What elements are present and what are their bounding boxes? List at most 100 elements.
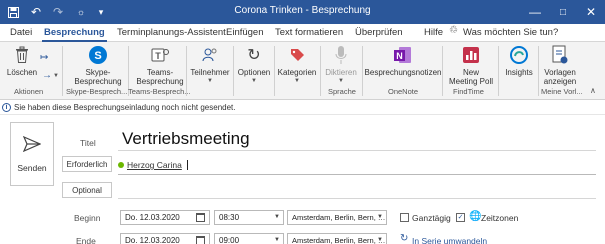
title-underline (118, 150, 596, 151)
categories-button[interactable]: Kategorien ▼ (277, 44, 317, 86)
ribbon-divider (186, 46, 187, 96)
optional-underline (118, 198, 596, 199)
optional-button[interactable]: Optional (62, 182, 112, 198)
meeting-notes-button[interactable]: N Besprechungsnotizen (365, 44, 441, 77)
end-timezone-select[interactable]: Amsterdam, Berlin, Bern, … ▼ (287, 233, 387, 244)
text-cursor (186, 160, 188, 170)
group-label-teams: Teams-Besprech... (128, 87, 191, 96)
make-recurring-link[interactable]: In Serie umwandeln (412, 236, 487, 244)
chevron-down-icon: ▼ (377, 237, 383, 243)
svg-text:S: S (94, 50, 101, 62)
end-label: Ende (76, 236, 96, 244)
teams-meeting-button[interactable]: T Teams- Besprechung (132, 44, 188, 86)
timezones-checkbox[interactable]: ✓ (456, 213, 465, 222)
close-icon[interactable]: ✕ (577, 0, 605, 24)
attendee-chip[interactable]: Herzog Carina (118, 160, 188, 170)
insights-button[interactable]: Insights (502, 44, 536, 77)
title-bar: ↶ ↷ ☼ ▾ Corona Trinken - Besprechung — □… (0, 0, 605, 24)
minimize-icon[interactable]: — (521, 0, 549, 24)
required-button[interactable]: Erforderlich (62, 156, 112, 172)
attendee-name: Herzog Carina (127, 160, 182, 170)
collapse-ribbon-icon[interactable]: ∧ (590, 86, 596, 95)
start-timezone-select[interactable]: Amsterdam, Berlin, Bern, … ▼ (287, 210, 387, 225)
tell-me-input[interactable]: Was möchten Sie tun? (463, 27, 558, 38)
tab-review[interactable]: Überprüfen (355, 27, 403, 38)
participants-button[interactable]: Teilnehmer ▼ (190, 44, 230, 86)
start-date-picker[interactable]: Do. 12.03.2020 (120, 210, 210, 225)
title-input[interactable]: Vertriebsmeeting (122, 129, 250, 149)
lightbulb-icon: ♲ (449, 25, 458, 36)
ribbon-divider (442, 46, 443, 96)
chevron-down-icon[interactable]: ▼ (53, 73, 59, 79)
window-title: Corona Trinken - Besprechung (234, 5, 371, 16)
microphone-icon (330, 44, 352, 66)
tab-meeting[interactable]: Besprechung (42, 27, 107, 42)
trash-icon (11, 44, 33, 66)
chevron-down-icon: ▼ (207, 78, 213, 84)
group-label-speech: Sprache (328, 87, 356, 96)
send-button[interactable]: Senden (10, 122, 54, 186)
send-icon (22, 135, 42, 157)
chevron-down-icon: ▼ (274, 237, 280, 243)
ribbon-divider (320, 46, 321, 96)
all-day-checkbox[interactable] (400, 213, 409, 222)
templates-icon (549, 44, 571, 66)
dictate-button[interactable]: Diktieren ▼ (322, 44, 360, 86)
info-bar: i Sie haben diese Besprechungseinladung … (0, 101, 605, 115)
timezones-label: Zeitzonen (481, 213, 519, 223)
options-button[interactable]: ↻ Optionen ▼ (236, 44, 272, 86)
info-text: Sie haben diese Besprechungseinladung no… (14, 103, 236, 112)
end-time-select[interactable]: 09:00 ▼ (214, 233, 284, 244)
chevron-down-icon: ▼ (377, 214, 383, 220)
ribbon: Löschen ↦ → ▼ Aktionen S Skype- Besprech… (0, 42, 605, 100)
ribbon-divider (362, 46, 363, 96)
chevron-down-icon: ▼ (338, 78, 344, 84)
tag-icon (286, 44, 308, 66)
calendar-icon (196, 213, 205, 222)
onenote-icon: N (392, 44, 414, 66)
delete-button[interactable]: Löschen (7, 44, 37, 77)
chevron-down-icon: ▼ (274, 214, 280, 220)
ribbon-divider (62, 46, 63, 96)
tab-insert[interactable]: Einfügen (226, 27, 264, 38)
ribbon-divider (498, 46, 499, 96)
info-icon: i (2, 103, 11, 112)
teams-icon: T (149, 44, 171, 66)
calendar-icon (196, 236, 205, 244)
tab-scheduling-assistant[interactable]: Terminplanungs-Assistent (117, 27, 226, 38)
meeting-form: Senden Titel Vertriebsmeeting Erforderli… (0, 116, 605, 244)
all-day-label: Ganztägig (412, 213, 451, 223)
svg-text:T: T (155, 51, 161, 61)
start-label: Beginn (74, 213, 101, 223)
tab-file[interactable]: Datei (10, 27, 32, 38)
presence-icon (118, 162, 124, 168)
maximize-icon[interactable]: □ (549, 0, 577, 24)
title-label: Titel (80, 138, 96, 148)
ribbon-divider (274, 46, 275, 96)
tab-format-text[interactable]: Text formatieren (275, 27, 343, 38)
tab-help[interactable]: Hilfe (424, 27, 443, 38)
forward-icon[interactable]: ↦ (40, 52, 48, 63)
view-templates-button[interactable]: Vorlagen anzeigen (542, 44, 578, 86)
skype-icon: S (87, 44, 109, 66)
group-label-my-templates: Meine Vorl... (541, 87, 583, 96)
group-label-skype: Skype-Besprech... (66, 87, 128, 96)
refresh-icon: ↻ (247, 46, 261, 64)
end-date-picker[interactable]: Do. 12.03.2020 (120, 233, 210, 244)
chevron-down-icon: ▼ (294, 78, 300, 84)
ribbon-divider (233, 46, 234, 96)
group-label-actions: Aktionen (14, 87, 44, 96)
insights-icon (508, 44, 530, 66)
ribbon-tabs: Datei Besprechung Terminplanungs-Assiste… (0, 24, 605, 42)
poll-icon (460, 44, 482, 66)
required-underline (118, 174, 596, 175)
recurrence-icon[interactable]: ↻ (400, 233, 408, 244)
people-icon (199, 44, 221, 66)
start-time-select[interactable]: 08:30 ▼ (214, 210, 284, 225)
chevron-down-icon: ▼ (251, 78, 257, 84)
skype-meeting-button[interactable]: S Skype- Besprechung (72, 44, 124, 86)
move-arrow-icon[interactable]: → (42, 70, 52, 81)
globe-icon: 🌐 (469, 211, 482, 222)
new-meeting-poll-button[interactable]: New Meeting Poll (446, 44, 496, 86)
ribbon-divider (538, 46, 539, 96)
